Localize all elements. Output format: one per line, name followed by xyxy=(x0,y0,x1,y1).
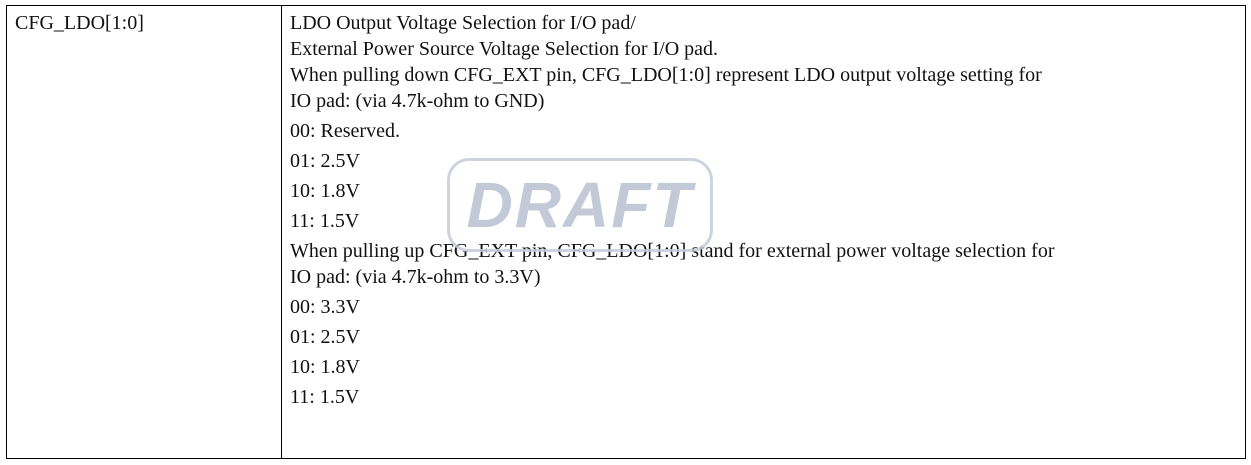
field-name: CFG_LDO[1:0] xyxy=(15,12,144,34)
description-heading-1: LDO Output Voltage Selection for I/O pad… xyxy=(290,12,636,34)
pull-up-option: 00: 3.3V xyxy=(290,296,360,318)
field-description-cell: LDO Output Voltage Selection for I/O pad… xyxy=(282,6,1245,458)
pull-down-text-1: When pulling down CFG_EXT pin, CFG_LDO[1… xyxy=(290,64,1042,86)
register-table: CFG_LDO[1:0] LDO Output Voltage Selectio… xyxy=(6,5,1246,459)
pull-down-option: 11: 1.5V xyxy=(290,210,360,232)
description-heading-2: External Power Source Voltage Selection … xyxy=(290,38,719,60)
pull-up-text-1: When pulling up CFG_EXT pin, CFG_LDO[1:0… xyxy=(290,240,1055,262)
field-name-cell: CFG_LDO[1:0] xyxy=(7,6,282,458)
pull-up-text-2: IO pad: (via 4.7k-ohm to 3.3V) xyxy=(290,266,541,288)
pull-down-option: 10: 1.8V xyxy=(290,180,360,202)
pull-up-option: 01: 2.5V xyxy=(290,326,360,348)
pull-up-option: 10: 1.8V xyxy=(290,356,360,378)
pull-down-option: 00: Reserved. xyxy=(290,120,400,142)
pull-down-text-2: IO pad: (via 4.7k-ohm to GND) xyxy=(290,90,545,112)
pull-down-option: 01: 2.5V xyxy=(290,150,360,172)
pull-up-option: 11: 1.5V xyxy=(290,386,360,408)
